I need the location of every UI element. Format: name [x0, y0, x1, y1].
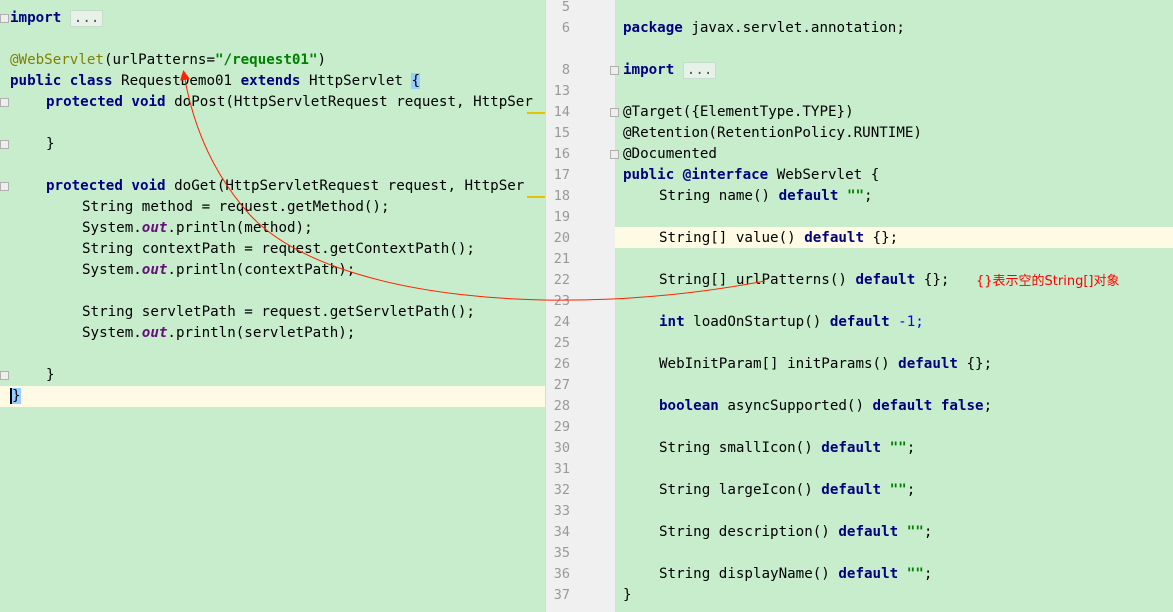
arrow-curve — [180, 70, 766, 301]
red-arrow-overlay — [180, 70, 766, 301]
